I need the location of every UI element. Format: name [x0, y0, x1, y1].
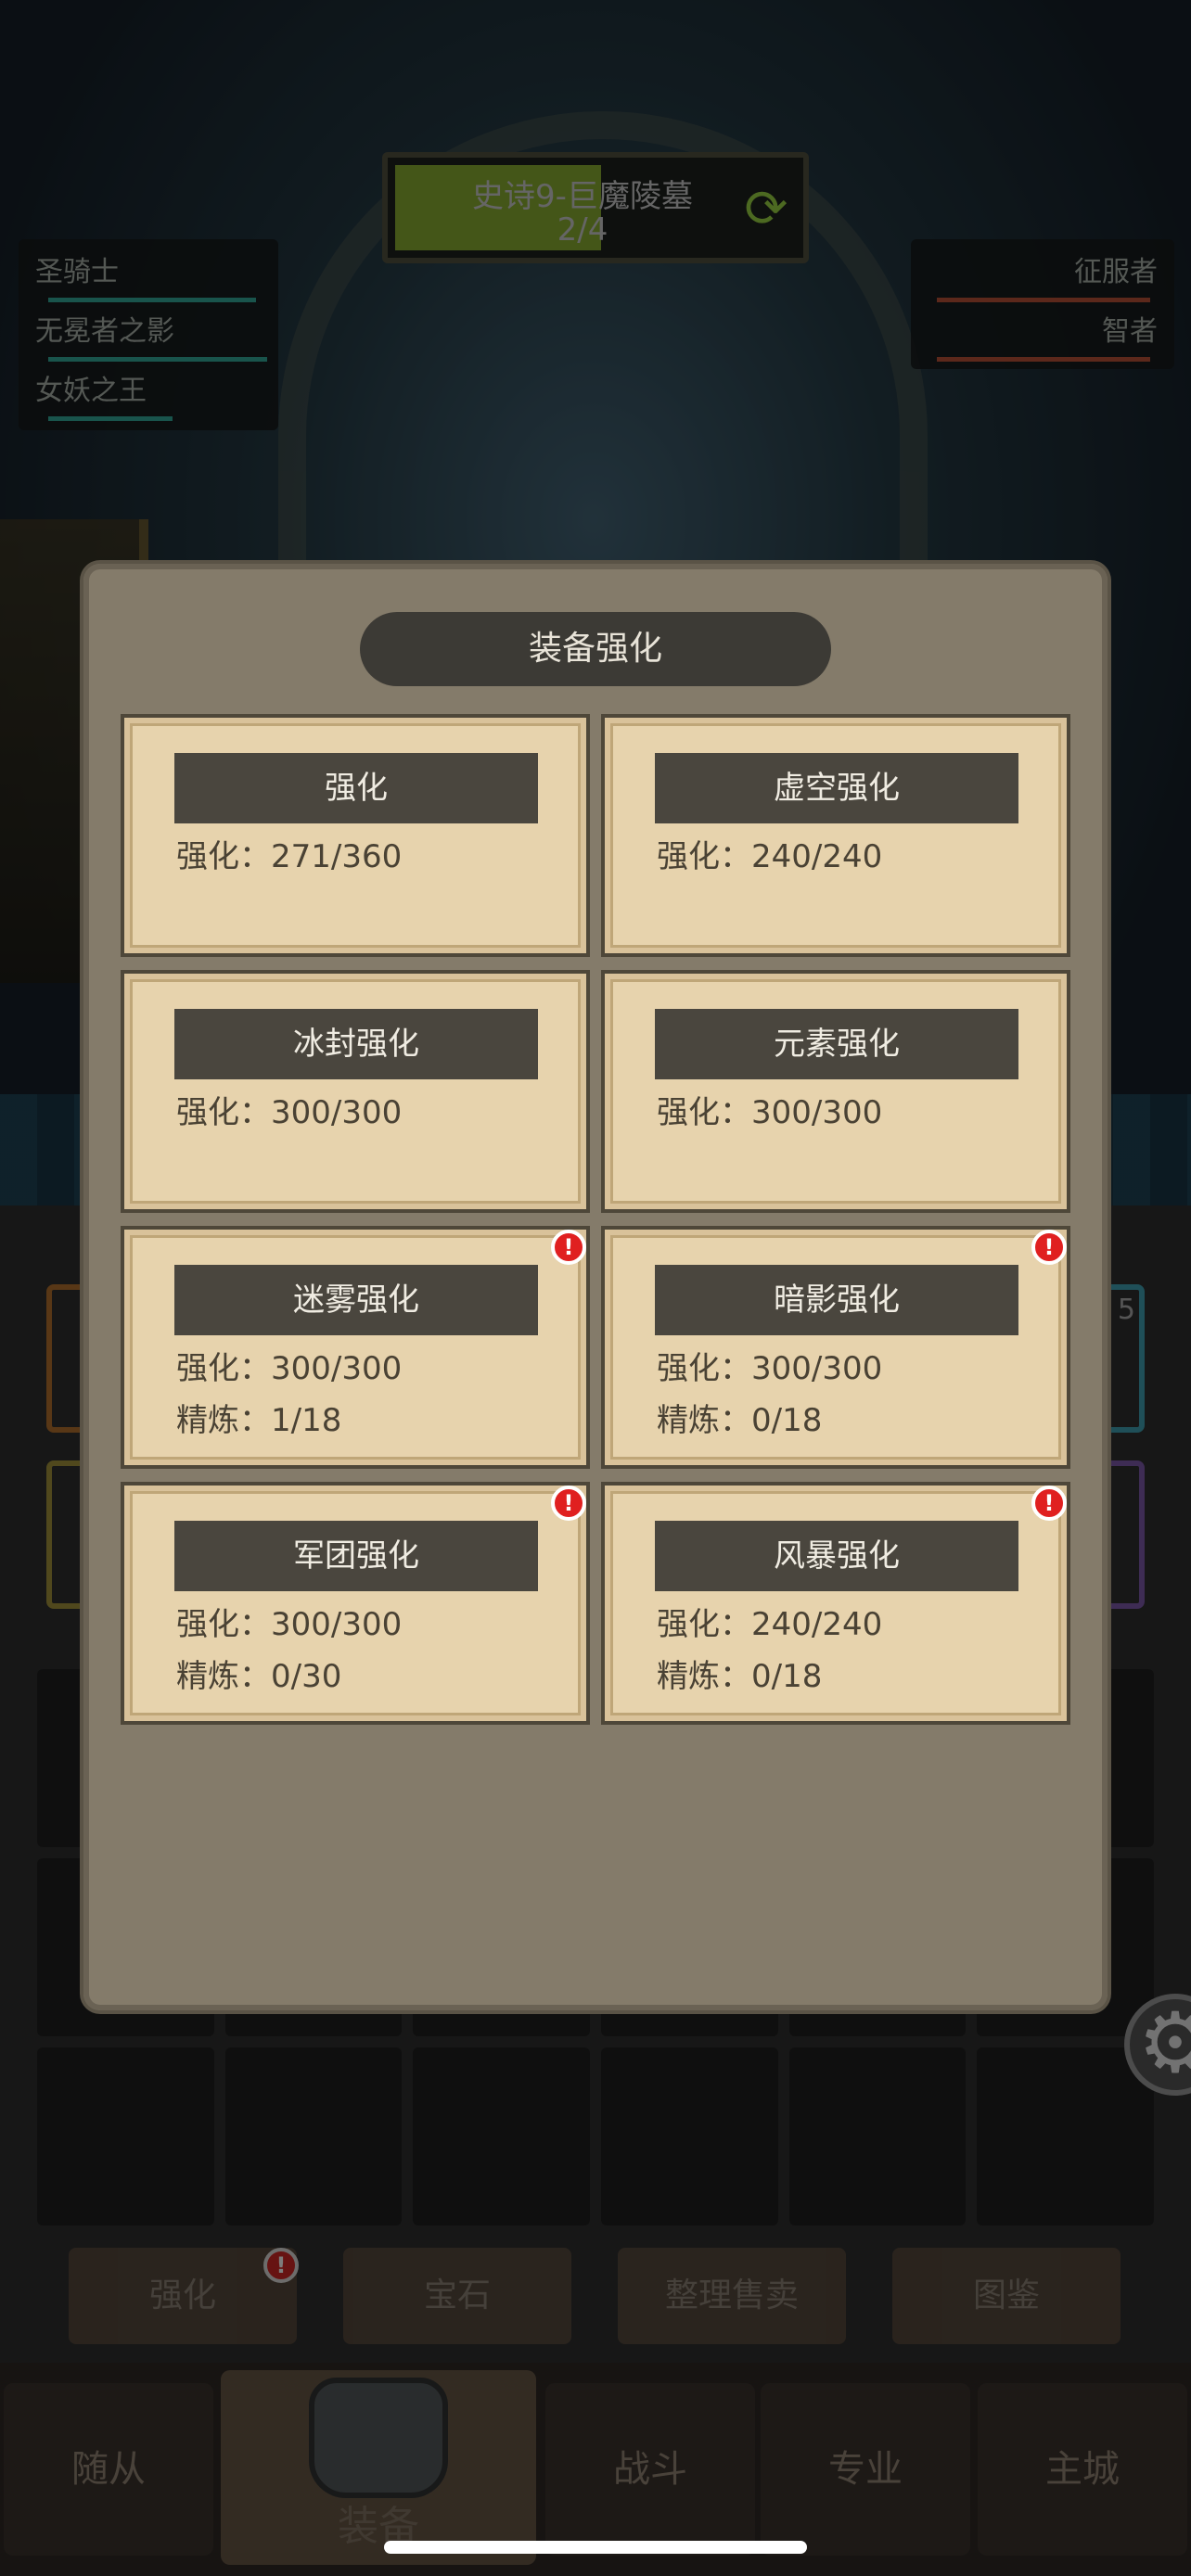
enhance-modal: 装备强化 强化 强化：271/360 虚空强化 强化：240/240 冰封强化 … — [83, 564, 1108, 2010]
card-enhance-value: 强化：240/240 — [657, 1606, 883, 1643]
modal-title: 装备强化 — [360, 612, 831, 686]
card-enhance-value: 强化：300/300 — [176, 1350, 403, 1387]
enhance-card[interactable]: 军团强化 强化：300/300 精炼：0/30 ! — [121, 1482, 590, 1725]
alert-icon: ! — [551, 1230, 586, 1265]
card-enhance-value: 强化：240/240 — [657, 838, 883, 875]
alert-icon: ! — [1031, 1230, 1067, 1265]
enhance-card[interactable]: 迷雾强化 强化：300/300 精炼：1/18 ! — [121, 1226, 590, 1469]
card-refine-value: 精炼：0/30 — [176, 1658, 342, 1695]
card-refine-value: 精炼：0/18 — [657, 1658, 823, 1695]
card-enhance-value: 强化：300/300 — [657, 1350, 883, 1387]
card-title: 迷雾强化 — [174, 1265, 538, 1335]
card-title: 军团强化 — [174, 1521, 538, 1591]
card-title: 虚空强化 — [655, 753, 1018, 823]
card-title: 冰封强化 — [174, 1009, 538, 1079]
card-enhance-value: 强化：300/300 — [176, 1606, 403, 1643]
card-title: 风暴强化 — [655, 1521, 1018, 1591]
card-enhance-value: 强化：300/300 — [176, 1094, 403, 1131]
enhance-card[interactable]: 风暴强化 强化：240/240 精炼：0/18 ! — [601, 1482, 1070, 1725]
enhance-card[interactable]: 冰封强化 强化：300/300 — [121, 970, 590, 1213]
card-refine-value: 精炼：0/18 — [657, 1402, 823, 1439]
card-title: 元素强化 — [655, 1009, 1018, 1079]
home-indicator[interactable] — [384, 2541, 807, 2554]
card-title: 强化 — [174, 753, 538, 823]
enhance-card[interactable]: 暗影强化 强化：300/300 精炼：0/18 ! — [601, 1226, 1070, 1469]
card-enhance-value: 强化：300/300 — [657, 1094, 883, 1131]
card-title: 暗影强化 — [655, 1265, 1018, 1335]
enhance-card[interactable]: 虚空强化 强化：240/240 — [601, 714, 1070, 957]
alert-icon: ! — [551, 1486, 586, 1521]
enhance-card[interactable]: 元素强化 强化：300/300 — [601, 970, 1070, 1213]
card-refine-value: 精炼：1/18 — [176, 1402, 342, 1439]
card-enhance-value: 强化：271/360 — [176, 838, 403, 875]
enhance-card[interactable]: 强化 强化：271/360 — [121, 714, 590, 957]
alert-icon: ! — [1031, 1486, 1067, 1521]
